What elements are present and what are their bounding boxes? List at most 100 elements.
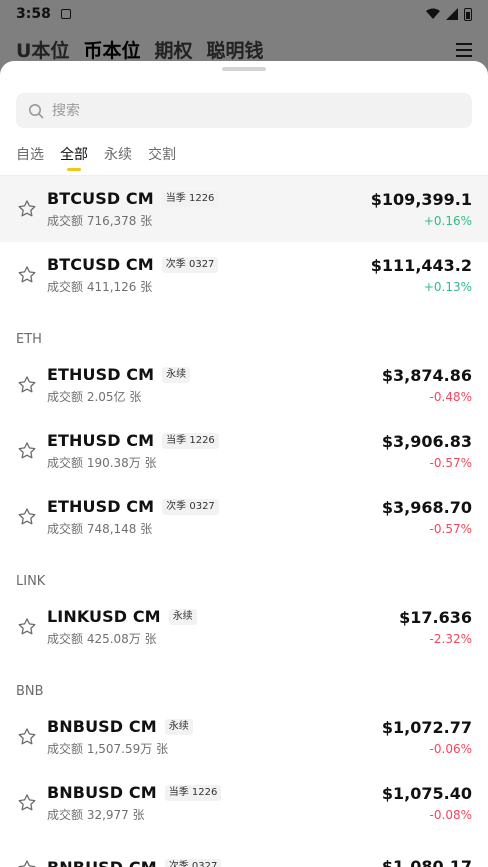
price-value: $3,906.83: [381, 432, 472, 451]
symbol-name: BNBUSD CM: [47, 857, 157, 867]
filter-tab-all[interactable]: 全部: [60, 145, 88, 169]
symbol-row[interactable]: ETHUSD CM 永续 成交额 2.05亿 张 $3,874.86 -0.48…: [0, 352, 488, 418]
top-tab-smart-money[interactable]: 聪明钱: [206, 36, 263, 63]
star-icon[interactable]: [16, 264, 38, 286]
symbol-name-line: BTCUSD CM 当季 1226: [47, 189, 371, 208]
volume-text: 成交额 425.08万 张: [47, 632, 157, 646]
section-header: LINK: [16, 574, 46, 589]
section-header: ETH: [16, 332, 42, 347]
star-icon[interactable]: [16, 374, 38, 396]
filter-tab-delivery[interactable]: 交割: [148, 145, 176, 169]
contract-type-badge: 永续: [162, 366, 191, 383]
volume-text: 成交额 748,148 张: [47, 522, 153, 536]
star-icon[interactable]: [16, 440, 38, 462]
change-percent: -0.06%: [429, 742, 472, 756]
symbol-info: ETHUSD CM 当季 1226 成交额 190.38万 张: [47, 431, 382, 471]
top-tab-options[interactable]: 期权: [154, 36, 192, 63]
section-header: BNB: [16, 684, 44, 699]
contract-type-badge: 当季 1226: [164, 784, 222, 801]
symbol-info: BNBUSD CM 次季 0327: [47, 858, 382, 867]
symbol-name-line: BNBUSD CM 次季 0327: [47, 858, 382, 867]
star-icon[interactable]: [16, 726, 38, 748]
symbol-info: BNBUSD CM 永续 成交额 1,507.59万 张: [47, 717, 382, 757]
contract-type-badge: 当季 1226: [161, 190, 219, 207]
contract-type-badge: 永续: [168, 608, 197, 625]
contract-type-badge: 永续: [164, 718, 193, 735]
symbol-info: LINKUSD CM 永续 成交额 425.08万 张: [47, 607, 399, 647]
signal-icon: [446, 8, 458, 20]
symbol-name-line: ETHUSD CM 永续: [47, 365, 382, 384]
star-icon[interactable]: [16, 506, 38, 528]
volume-text: 成交额 2.05亿 张: [47, 390, 142, 404]
price-info: $1,075.40 -0.08%: [382, 784, 472, 822]
symbol-row[interactable]: ETHUSD CM 次季 0327 成交额 748,148 张 $3,968.7…: [0, 484, 488, 550]
price-info: $3,968.70 -0.57%: [382, 498, 472, 536]
top-tab-coin-m[interactable]: 币本位: [83, 36, 140, 63]
notification-icon: [60, 9, 71, 19]
symbol-name: ETHUSD CM: [47, 365, 155, 384]
change-percent: -0.57%: [429, 522, 472, 536]
price-value: $111,443.2: [370, 256, 472, 275]
price-value: $3,968.70: [381, 498, 472, 517]
change-percent: +0.13%: [423, 280, 472, 294]
search-input[interactable]: [52, 102, 432, 119]
change-percent: -0.57%: [429, 456, 472, 470]
filter-tabs: 自选 全部 永续 交割: [16, 145, 192, 169]
top-tab-usdt-m[interactable]: U本位: [16, 36, 69, 63]
symbol-name: BTCUSD CM: [47, 255, 154, 274]
status-bar: 3:58: [0, 0, 488, 28]
symbol-row[interactable]: BTCUSD CM 当季 1226 成交额 716,378 张 $109,399…: [0, 176, 488, 242]
symbol-row[interactable]: ETHUSD CM 当季 1226 成交额 190.38万 张 $3,906.8…: [0, 418, 488, 484]
symbol-list: BTCUSD CM 当季 1226 成交额 716,378 张 $109,399…: [0, 176, 488, 867]
price-info: $1,080.17: [382, 857, 472, 867]
price-value: $17.636: [399, 608, 472, 627]
symbol-name-line: BNBUSD CM 当季 1226: [47, 783, 382, 802]
symbol-name: BTCUSD CM: [47, 189, 154, 208]
price-info: $3,906.83 -0.57%: [382, 432, 472, 470]
search-bar[interactable]: [16, 93, 472, 128]
price-info: $3,874.86 -0.48%: [382, 366, 472, 404]
menu-icon[interactable]: [456, 42, 472, 57]
star-icon[interactable]: [16, 858, 38, 867]
contract-type-badge: 次季 0327: [164, 859, 222, 867]
symbol-name: ETHUSD CM: [47, 431, 155, 450]
symbol-name: BNBUSD CM: [47, 783, 157, 802]
search-icon: [29, 103, 44, 118]
symbol-name-line: ETHUSD CM 次季 0327: [47, 497, 382, 516]
price-value: $109,399.1: [370, 190, 472, 209]
drag-handle[interactable]: [222, 67, 266, 71]
change-percent: -0.08%: [429, 808, 472, 822]
symbol-info: BTCUSD CM 次季 0327 成交额 411,126 张: [47, 255, 371, 295]
contract-type-badge: 当季 1226: [162, 432, 219, 449]
contract-type-badge: 次季 0327: [162, 498, 219, 515]
price-info: $109,399.1 +0.16%: [371, 190, 472, 228]
symbol-info: BNBUSD CM 当季 1226 成交额 32,977 张: [47, 783, 382, 823]
symbol-name-line: LINKUSD CM 永续: [47, 607, 399, 626]
symbol-info: BTCUSD CM 当季 1226 成交额 716,378 张: [47, 189, 371, 229]
volume-text: 成交额 190.38万 张: [47, 456, 157, 470]
filter-tab-favorites[interactable]: 自选: [16, 145, 44, 169]
symbol-name: LINKUSD CM: [47, 607, 161, 626]
symbol-info: ETHUSD CM 次季 0327 成交额 748,148 张: [47, 497, 382, 537]
symbol-row[interactable]: BNBUSD CM 当季 1226 成交额 32,977 张 $1,075.40…: [0, 770, 488, 836]
symbol-info: ETHUSD CM 永续 成交额 2.05亿 张: [47, 365, 382, 405]
change-percent: +0.16%: [423, 214, 472, 228]
symbol-row[interactable]: BNBUSD CM 永续 成交额 1,507.59万 张 $1,072.77 -…: [0, 704, 488, 770]
symbol-row[interactable]: LINKUSD CM 永续 成交额 425.08万 张 $17.636 -2.3…: [0, 594, 488, 660]
volume-text: 成交额 716,378 张: [47, 214, 153, 228]
price-value: $1,072.77: [381, 718, 472, 737]
symbol-name-line: ETHUSD CM 当季 1226: [47, 431, 382, 450]
price-info: $111,443.2 +0.13%: [371, 256, 472, 294]
star-icon[interactable]: [16, 616, 38, 638]
price-value: $1,075.40: [381, 784, 472, 803]
filter-tab-perpetual[interactable]: 永续: [104, 145, 132, 169]
status-time: 3:58: [16, 6, 51, 22]
symbol-name-line: BNBUSD CM 永续: [47, 717, 382, 736]
symbol-row[interactable]: BNBUSD CM 次季 0327 $1,080.17: [0, 836, 488, 867]
symbol-row[interactable]: BTCUSD CM 次季 0327 成交额 411,126 张 $111,443…: [0, 242, 488, 308]
star-icon[interactable]: [16, 198, 38, 220]
star-icon[interactable]: [16, 792, 38, 814]
volume-text: 成交额 32,977 张: [47, 808, 145, 822]
price-value: $1,080.17: [381, 857, 472, 867]
price-info: $1,072.77 -0.06%: [382, 718, 472, 756]
